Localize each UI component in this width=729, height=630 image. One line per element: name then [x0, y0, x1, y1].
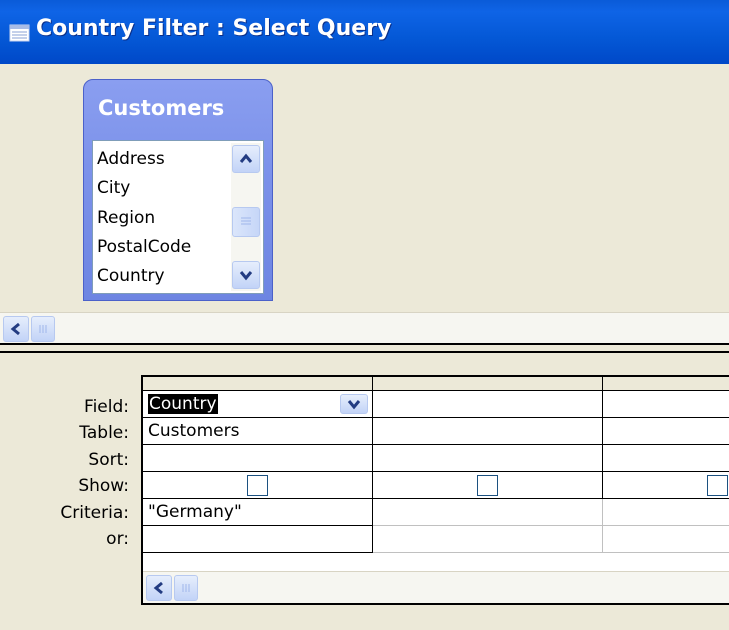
table-pane: Customers Address City Region PostalCode… [0, 64, 729, 345]
field-cell[interactable]: Country [143, 391, 373, 418]
table-cell[interactable] [603, 418, 729, 445]
row-label-or: or: [106, 529, 129, 549]
row-label-field: Field: [84, 397, 129, 417]
or-cell[interactable] [143, 526, 373, 553]
window-title: Country Filter : Select Query [36, 16, 392, 41]
table-name[interactable]: Customers [98, 96, 224, 120]
show-cell[interactable] [603, 472, 729, 499]
field-value: Country [148, 394, 218, 414]
show-checkbox[interactable] [477, 475, 498, 496]
column-selector[interactable] [373, 377, 603, 391]
field-list[interactable]: Address City Region PostalCode Country [92, 140, 264, 294]
or-cell[interactable] [373, 526, 603, 553]
column-selector[interactable] [143, 377, 373, 391]
scroll-up-button[interactable] [232, 145, 260, 173]
field-item[interactable]: Address [97, 149, 165, 169]
grid-horizontal-scrollbar[interactable] [143, 571, 729, 604]
or-cell[interactable] [603, 526, 729, 553]
row-label-table: Table: [79, 423, 129, 443]
show-checkbox[interactable] [707, 475, 728, 496]
show-cell[interactable] [143, 472, 373, 499]
chevron-down-icon [347, 400, 361, 410]
chevron-up-icon [239, 153, 253, 163]
field-item[interactable]: City [97, 178, 130, 198]
scroll-down-button[interactable] [232, 261, 260, 289]
row-label-sort: Sort: [88, 450, 129, 470]
row-label-show: Show: [78, 476, 129, 496]
field-item[interactable]: Region [97, 208, 155, 228]
grip-icon [182, 584, 190, 592]
field-dropdown-button[interactable] [340, 394, 368, 414]
show-cell[interactable] [373, 472, 603, 499]
show-checkbox[interactable] [247, 475, 268, 496]
field-cell[interactable] [603, 391, 729, 418]
query-window-icon [9, 24, 30, 42]
chevron-left-icon [10, 322, 20, 336]
field-list-scrollbar[interactable] [231, 143, 261, 291]
scroll-thumb[interactable] [174, 575, 198, 601]
column-selector[interactable] [603, 377, 729, 391]
scroll-left-button[interactable] [3, 316, 29, 342]
criteria-value: "Germany" [148, 502, 242, 522]
criteria-cell[interactable] [373, 499, 603, 526]
field-item[interactable]: Country [97, 266, 165, 286]
chevron-down-icon [239, 271, 253, 281]
grip-icon [241, 217, 251, 225]
grid-bottom-border [141, 603, 729, 605]
design-grid-pane: Field: Table: Sort: Show: Criteria: or: … [0, 353, 729, 630]
criteria-cell[interactable]: "Germany" [143, 499, 373, 526]
field-cell[interactable] [373, 391, 603, 418]
field-item[interactable]: PostalCode [97, 237, 191, 257]
scroll-thumb[interactable] [232, 207, 260, 237]
sort-cell[interactable] [143, 445, 373, 472]
table-pane-horizontal-scrollbar[interactable] [0, 312, 729, 345]
sort-cell[interactable] [373, 445, 603, 472]
sort-cell[interactable] [603, 445, 729, 472]
table-cell[interactable] [373, 418, 603, 445]
table-field-list-window[interactable]: Customers Address City Region PostalCode… [83, 79, 273, 301]
chevron-left-icon [153, 581, 163, 595]
table-cell[interactable]: Customers [143, 418, 373, 445]
design-grid[interactable]: Country Customers "Germany" [141, 375, 729, 605]
pane-splitter[interactable] [0, 343, 729, 353]
row-label-criteria: Criteria: [60, 503, 129, 523]
grip-icon [39, 325, 47, 333]
scroll-left-button[interactable] [146, 575, 172, 601]
criteria-cell[interactable] [603, 499, 729, 526]
title-bar[interactable]: Country Filter : Select Query [0, 0, 729, 64]
table-value: Customers [148, 421, 240, 441]
scroll-thumb[interactable] [31, 316, 55, 342]
